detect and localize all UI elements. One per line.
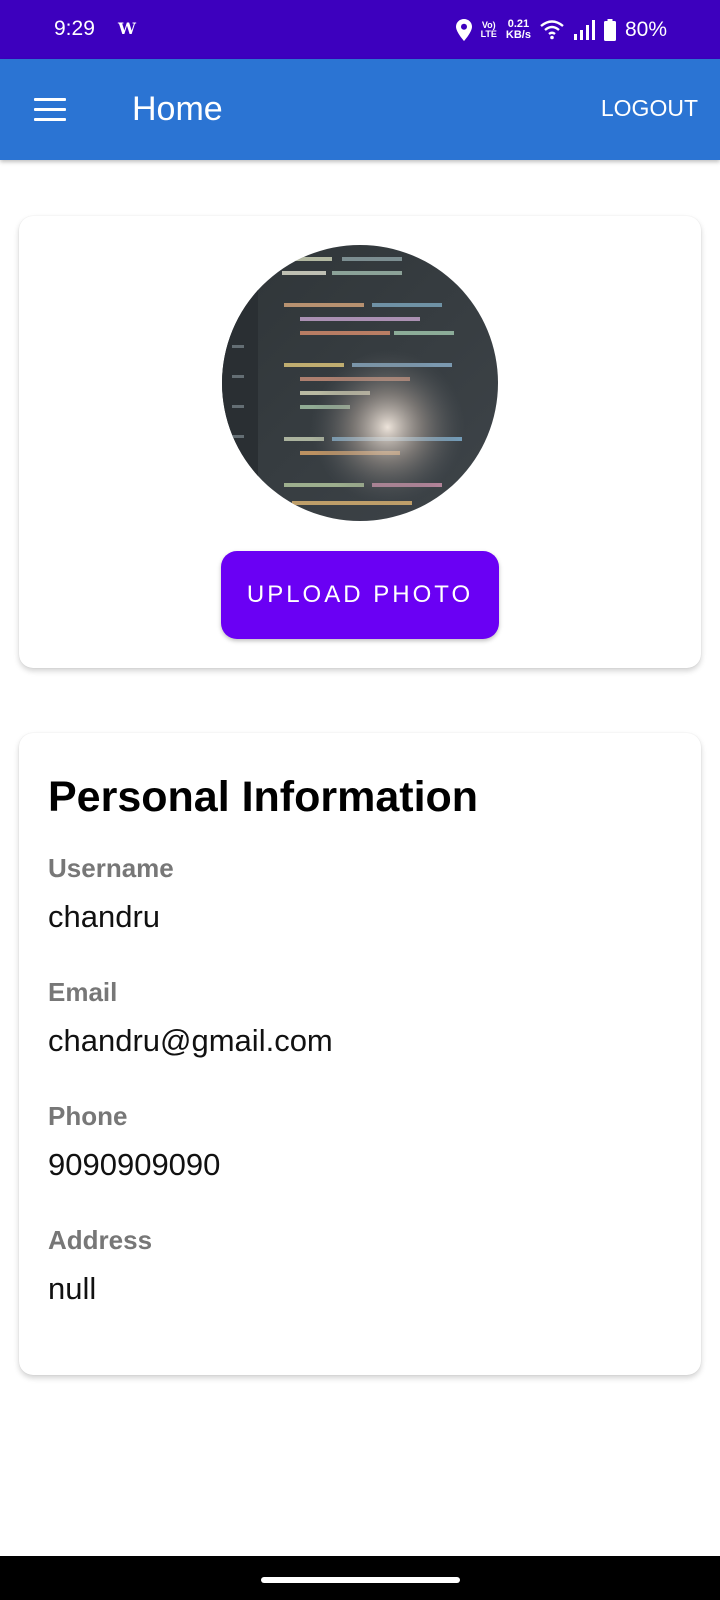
address-label: Address <box>48 1225 153 1255</box>
status-bar: 9:29 W Vo) LTE 0.21 KB/s 80% <box>0 0 720 59</box>
status-time: 9:29 <box>54 17 95 40</box>
username-value: chandru <box>48 899 161 934</box>
upload-photo-button[interactable]: UPLOAD PHOTO <box>221 551 499 639</box>
carrier-icon: W <box>118 19 136 38</box>
logout-button[interactable]: LOGOUT <box>601 95 698 122</box>
app-bar: Home LOGOUT <box>0 59 720 160</box>
volte-line2: LTE <box>480 29 497 39</box>
phone-value: 9090909090 <box>48 1147 221 1182</box>
home-indicator[interactable] <box>261 1577 460 1583</box>
signal-icon <box>573 20 595 40</box>
address-value: null <box>48 1271 97 1306</box>
phone-label: Phone <box>48 1101 128 1131</box>
page-title: Home <box>132 90 223 128</box>
system-nav-bar <box>0 1556 720 1600</box>
username-label: Username <box>48 853 174 883</box>
network-speed: 0.21 KB/s <box>506 19 531 41</box>
profile-photo-card: UPLOAD PHOTO <box>19 216 701 668</box>
battery-percent: 80% <box>624 18 667 41</box>
code-screen-photo <box>222 245 498 521</box>
volte-indicator: Vo) LTE <box>481 21 497 39</box>
profile-avatar <box>222 245 498 521</box>
personal-info-card: Personal Information Username chandru Em… <box>19 733 701 1375</box>
menu-icon[interactable] <box>30 94 70 126</box>
location-icon <box>455 19 472 41</box>
email-label: Email <box>48 977 118 1007</box>
battery-icon <box>603 19 616 41</box>
speed-unit: KB/s <box>505 29 531 41</box>
email-value: chandru@gmail.com <box>48 1023 333 1058</box>
status-icons: Vo) LTE 0.21 KB/s 80% <box>455 14 667 46</box>
section-title: Personal Information <box>48 773 479 821</box>
wifi-icon <box>540 20 564 40</box>
